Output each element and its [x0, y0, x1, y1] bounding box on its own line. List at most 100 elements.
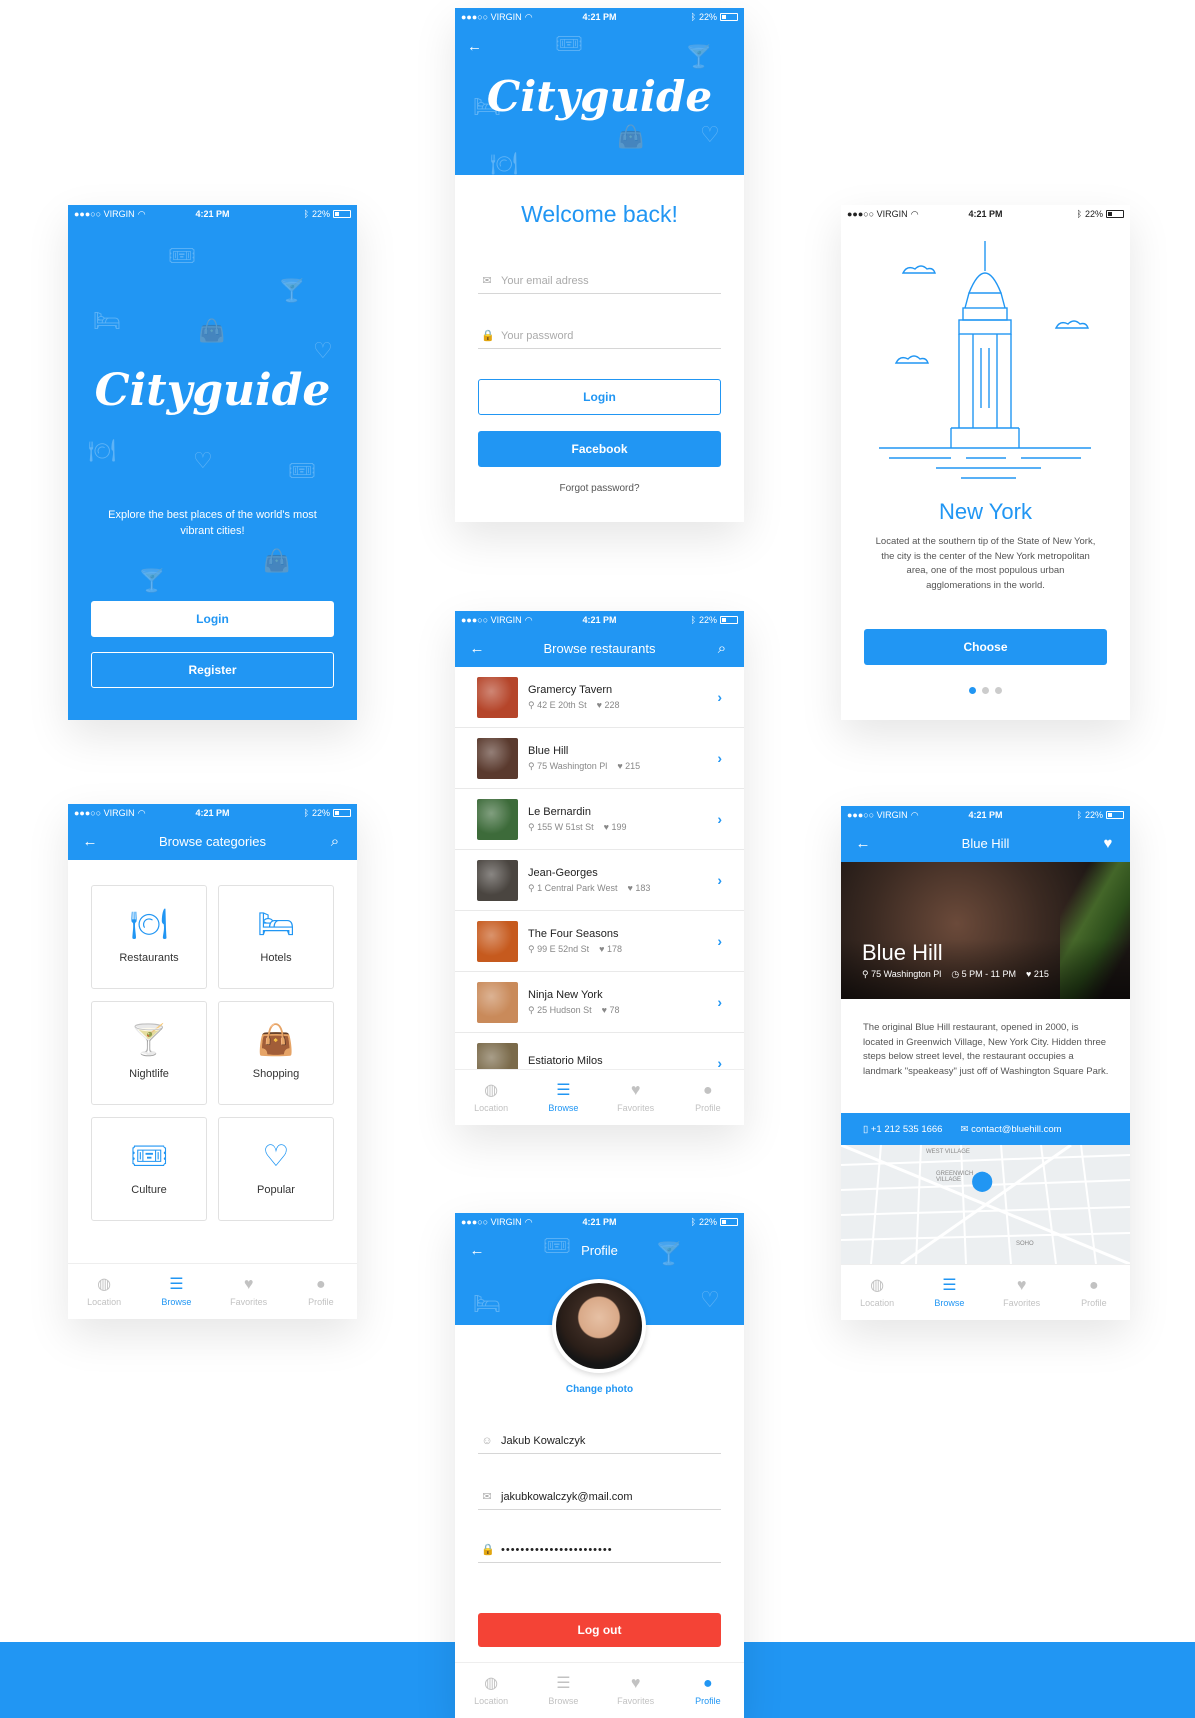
heart-icon: ♥ 78: [601, 1004, 620, 1015]
carrier-label: ●●●○○ VIRGIN: [74, 209, 135, 219]
restaurant-row[interactable]: Blue Hill ⚲ 75 Washington Pl ♥ 215 ›: [455, 728, 744, 789]
restaurant-row[interactable]: Le Bernardin ⚲ 155 W 51st St ♥ 199 ›: [455, 789, 744, 850]
restaurant-row[interactable]: Estiatorio Milos ›: [455, 1033, 744, 1069]
user-icon: ●: [703, 1081, 713, 1099]
phone-link[interactable]: ▯ +1 212 535 1666: [863, 1124, 942, 1135]
back-arrow-icon[interactable]: ←: [467, 38, 482, 55]
battery-icon: [719, 616, 738, 624]
chevron-right-icon[interactable]: ›: [717, 933, 722, 949]
clock-icon: ◷ 5 PM - 11 PM: [951, 969, 1017, 979]
street-grid: [841, 1145, 1130, 1264]
avatar[interactable]: [552, 1279, 646, 1373]
tab-browse[interactable]: ☰ Browse: [527, 1070, 599, 1125]
back-arrow-icon[interactable]: ←: [467, 641, 487, 656]
hero-title: Blue Hill: [862, 940, 943, 965]
lock-icon: 🔒: [481, 330, 495, 342]
bag-icon: 👜: [617, 124, 645, 149]
chevron-right-icon[interactable]: ›: [717, 872, 722, 888]
tab-profile[interactable]: ● Profile: [672, 1070, 744, 1125]
back-arrow-icon[interactable]: ←: [853, 836, 873, 851]
back-arrow-icon[interactable]: ←: [467, 1243, 487, 1258]
forgot-password-link[interactable]: Forgot password?: [455, 483, 744, 494]
email-field[interactable]: ✉ jakubkowalczyk@mail.com: [478, 1490, 721, 1510]
chevron-right-icon[interactable]: ›: [717, 750, 722, 766]
choose-button[interactable]: Choose: [864, 629, 1107, 665]
restaurant-address: 42 E 20th St: [537, 699, 587, 710]
tab-location[interactable]: ◍ Location: [68, 1264, 140, 1319]
page-dot[interactable]: [995, 687, 1002, 694]
restaurant-row[interactable]: The Four Seasons ⚲ 99 E 52nd St ♥ 178 ›: [455, 911, 744, 972]
page-dot-active[interactable]: [969, 687, 976, 694]
register-button[interactable]: Register: [91, 652, 334, 688]
chevron-right-icon[interactable]: ›: [717, 689, 722, 705]
chrysler-building-illustration: [879, 241, 1091, 479]
tab-bar: ◍ Location ☰ Browse ♥ Favorites ● Profile: [455, 1662, 744, 1718]
facebook-button[interactable]: Facebook: [478, 431, 721, 467]
wifi-icon: ◠: [524, 11, 533, 22]
search-icon[interactable]: ⌕: [325, 834, 345, 849]
password-field[interactable]: 🔒 •••••••••••••••••••••••: [478, 1543, 721, 1563]
logout-button[interactable]: Log out: [478, 1613, 721, 1647]
tab-location[interactable]: ◍ Location: [841, 1265, 913, 1320]
tab-browse[interactable]: ☰ Browse: [913, 1265, 985, 1320]
restaurant-row[interactable]: Jean-Georges ⚲ 1 Central Park West ♥ 183 …: [455, 850, 744, 911]
tab-browse[interactable]: ☰ Browse: [527, 1663, 599, 1718]
restaurant-address: 75 Washington Pl: [537, 760, 608, 771]
category-culture[interactable]: 🎟 Culture: [91, 1117, 207, 1221]
restaurant-row[interactable]: Gramercy Tavern ⚲ 42 E 20th St ♥ 228 ›: [455, 667, 744, 728]
password-field[interactable]: 🔒 Your password: [478, 329, 721, 349]
clock: 4:21 PM: [582, 615, 617, 625]
restaurant-thumbnail: [477, 981, 518, 1023]
tab-favorites[interactable]: ♥ Favorites: [600, 1070, 672, 1125]
tab-location[interactable]: ◍ Location: [455, 1663, 527, 1718]
category-label: Popular: [257, 1184, 295, 1196]
bluetooth-icon: ᛒ: [690, 1217, 696, 1227]
search-icon[interactable]: ⌕: [712, 641, 732, 656]
location-pin-icon: ⚲ 42 E 20th St: [528, 699, 587, 710]
back-arrow-icon[interactable]: ←: [80, 834, 100, 849]
app-header: ●●●○○ VIRGIN ◠ 4:21 PM ᛒ 22% ← Blue Hill ♥: [841, 806, 1130, 862]
detail-likes: 215: [1033, 969, 1049, 979]
page-dot[interactable]: [982, 687, 989, 694]
cocktail-icon: 🍸: [655, 1241, 683, 1266]
category-popular[interactable]: ♡ Popular: [218, 1117, 334, 1221]
restaurant-name: Ninja New York: [528, 988, 603, 1001]
tab-favorites[interactable]: ♥ Favorites: [986, 1265, 1058, 1320]
login-button[interactable]: Login: [91, 601, 334, 637]
nav-bar: ← Browse restaurants ⌕: [455, 629, 744, 667]
map-view[interactable]: WEST VILLAGE GREENWICH VILLAGE SOHO ⬤: [841, 1145, 1130, 1264]
heart-icon: ♥ 215: [617, 760, 641, 771]
nav-bar: ← Profile: [455, 1231, 744, 1269]
category-label: Restaurants: [119, 952, 179, 964]
change-photo-link[interactable]: Change photo: [455, 1384, 744, 1395]
chevron-right-icon[interactable]: ›: [717, 994, 722, 1010]
name-field[interactable]: ☺ Jakub Kowalczyk: [478, 1435, 721, 1454]
tab-profile[interactable]: ● Profile: [672, 1663, 744, 1718]
map-pin-icon[interactable]: ⬤: [971, 1171, 993, 1191]
chevron-right-icon[interactable]: ›: [717, 811, 722, 827]
menu-icon: ☰: [169, 1275, 184, 1293]
tab-favorites[interactable]: ♥ Favorites: [600, 1663, 672, 1718]
tab-location[interactable]: ◍ Location: [455, 1070, 527, 1125]
email-link[interactable]: ✉ contact@bluehill.com: [960, 1124, 1061, 1135]
tab-browse[interactable]: ☰ Browse: [140, 1264, 212, 1319]
email-field[interactable]: ✉ Your email adress: [478, 274, 721, 294]
heart-icon[interactable]: ♥: [1098, 836, 1118, 851]
category-shopping[interactable]: 👜 Shopping: [218, 1001, 334, 1105]
page-indicator[interactable]: [841, 687, 1130, 694]
bluetooth-icon: ᛒ: [303, 808, 309, 818]
email-placeholder: Your email adress: [501, 274, 589, 287]
restaurant-row[interactable]: Ninja New York ⚲ 25 Hudson St ♥ 78 ›: [455, 972, 744, 1033]
battery-percent: 22%: [1084, 209, 1103, 219]
bag-icon: 👜: [198, 318, 226, 343]
tab-profile[interactable]: ● Profile: [285, 1264, 357, 1319]
tab-profile[interactable]: ● Profile: [1058, 1265, 1130, 1320]
login-button[interactable]: Login: [478, 379, 721, 415]
chevron-right-icon[interactable]: ›: [717, 1055, 722, 1069]
tab-favorites[interactable]: ♥ Favorites: [213, 1264, 285, 1319]
location-pin-icon: ⚲ 75 Washington Pl: [528, 760, 608, 771]
category-restaurants[interactable]: 🍽 Restaurants: [91, 885, 207, 989]
cocktail-icon: 🍸: [685, 44, 713, 69]
category-hotels[interactable]: 🛏 Hotels: [218, 885, 334, 989]
category-nightlife[interactable]: 🍸 Nightlife: [91, 1001, 207, 1105]
